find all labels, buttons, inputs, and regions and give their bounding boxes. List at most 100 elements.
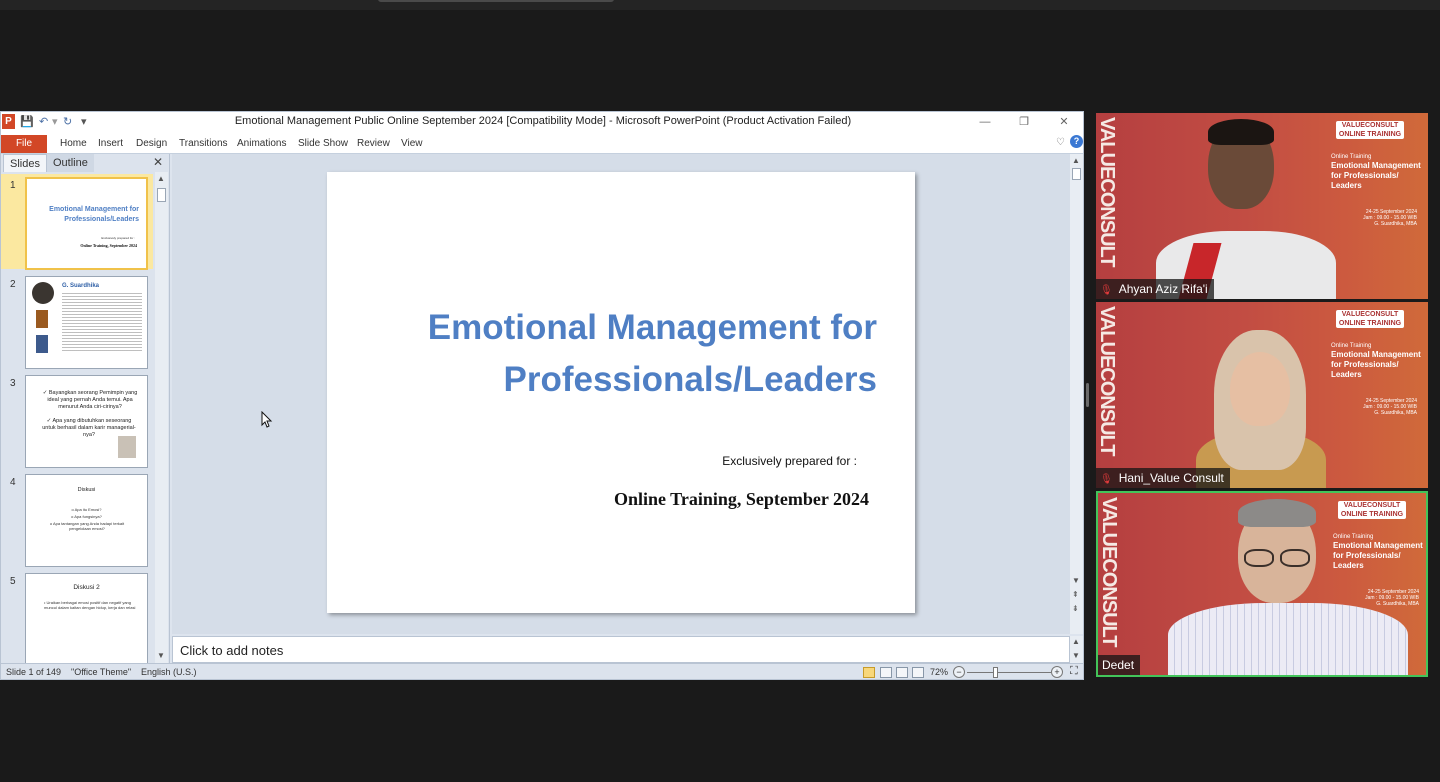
zoom-slider-thumb[interactable] — [993, 667, 998, 678]
slide-thumbnail-row[interactable]: 4 Diskusi o Apa itu Emosi? o Apa fungsin… — [1, 471, 153, 567]
bg-meta: 24-25 September 2024 Jam : 09.00 - 15.00 … — [1331, 209, 1423, 227]
slide-counter: Slide 1 of 149 — [6, 667, 62, 677]
slide-thumbnail[interactable]: ✓ Bayangkan seorang Pemimpin yang ideal … — [25, 375, 148, 468]
scroll-thumb[interactable] — [1072, 168, 1081, 180]
thumb-line: o Apa tantangan yang Anda hadapi terkait… — [49, 521, 125, 531]
brand-bottom-text: ONLINE TRAINING — [1338, 320, 1402, 327]
tab-file[interactable]: File — [1, 135, 47, 153]
slide-sorter-icon[interactable] — [880, 667, 892, 678]
tab-slide-show[interactable]: Slide Show — [298, 138, 348, 149]
thumb-book-image — [36, 310, 48, 328]
theme-name[interactable]: "Office Theme" — [71, 667, 131, 677]
glasses-left — [1244, 549, 1274, 567]
scroll-up-icon[interactable]: ▲ — [1072, 156, 1080, 165]
tab-outline[interactable]: Outline — [47, 154, 94, 172]
minimize-button[interactable]: — — [975, 115, 995, 130]
background-vertical-text: VALUECONSULT — [1098, 117, 1118, 267]
slides-pane-scrollbar[interactable]: ▲ ▼ — [155, 172, 168, 663]
zoom-slider[interactable] — [967, 672, 1051, 673]
slide-thumbnail-row[interactable]: 5 Diskusi 2 • Uraikan berbagai emosi pos… — [1, 570, 153, 666]
thumb-text-block — [62, 293, 142, 353]
slide-title-line: Professionals/Leaders — [503, 360, 878, 399]
tab-home[interactable]: Home — [60, 138, 87, 149]
zoom-in-button[interactable]: + — [1051, 666, 1063, 678]
status-bar: Slide 1 of 149 "Office Theme" English (U… — [1, 663, 1083, 679]
expand-ribbon-icon[interactable]: ♡ — [1056, 137, 1065, 148]
restore-button[interactable]: ❐ — [1014, 115, 1034, 130]
reading-view-icon[interactable] — [896, 667, 908, 678]
next-slide-icon[interactable]: ⇟ — [1072, 604, 1079, 613]
notes-pane[interactable]: Click to add notes — [172, 636, 1070, 663]
language-indicator[interactable]: English (U.S.) — [141, 667, 197, 677]
slide-number: 2 — [10, 279, 16, 290]
fit-to-window-icon[interactable]: ⛶ — [1070, 665, 1078, 678]
scroll-down-icon[interactable]: ▼ — [1072, 576, 1080, 585]
brand-logo: VALUECONSULT ONLINE TRAINING — [1338, 501, 1406, 519]
editor-scrollbar[interactable]: ▲ ▼ ⇞ ⇟ — [1070, 154, 1083, 634]
normal-view-icon[interactable] — [863, 667, 875, 678]
background-vertical-text: VALUECONSULT — [1098, 306, 1118, 456]
notes-placeholder[interactable]: Click to add notes — [180, 643, 283, 658]
brand-top-text: VALUECONSULT — [1341, 122, 1399, 129]
hair — [1238, 499, 1316, 527]
slide-show-icon[interactable] — [912, 667, 924, 678]
slide-thumbnail[interactable]: Emotional Management for Professionals/L… — [25, 177, 148, 270]
slide-title[interactable]: Emotional Management for Professionals/L… — [357, 302, 877, 406]
bg-kicker: Online Training — [1333, 534, 1374, 540]
participant-name-tag: Dedet — [1098, 655, 1141, 675]
slide-thumbnail-row[interactable]: 3 ✓ Bayangkan seorang Pemimpin yang idea… — [1, 372, 153, 468]
thumb-line: o Apa itu Emosi? — [71, 507, 102, 512]
tab-transitions[interactable]: Transitions — [179, 138, 228, 149]
previous-slide-icon[interactable]: ⇞ — [1072, 590, 1079, 599]
panel-resize-handle[interactable] — [1086, 383, 1089, 407]
scroll-up-icon[interactable]: ▲ — [1072, 637, 1080, 646]
tab-design[interactable]: Design — [136, 138, 167, 149]
tab-view[interactable]: View — [401, 138, 423, 149]
tab-review[interactable]: Review — [357, 138, 390, 149]
scroll-down-icon[interactable]: ▼ — [1072, 651, 1080, 660]
thumb-line: • Uraikan berbagai emosi positif dan neg… — [44, 600, 136, 610]
participant-name-tag: 🎙 Hani_Value Consult — [1096, 468, 1230, 488]
slide-subtitle[interactable]: Exclusively prepared for : — [627, 454, 857, 468]
meeting-top-bar — [0, 0, 1440, 10]
scroll-down-icon[interactable]: ▼ — [157, 651, 165, 660]
zoom-out-button[interactable]: − — [953, 666, 965, 678]
zoom-level[interactable]: 72% — [930, 667, 948, 677]
shirt-pattern — [1168, 603, 1408, 675]
tab-animations[interactable]: Animations — [237, 138, 286, 149]
notes-scrollbar[interactable]: ▲ ▼ — [1070, 636, 1083, 663]
close-button[interactable]: ✕ — [1054, 115, 1074, 130]
help-icon[interactable]: ? — [1070, 135, 1083, 148]
scroll-up-icon[interactable]: ▲ — [157, 174, 165, 183]
brand-logo: VALUECONSULT ONLINE TRAINING — [1336, 310, 1404, 328]
background-info: Online Training Emotional Management for… — [1333, 533, 1425, 607]
slide-thumbnail[interactable]: G. Suardhika — [25, 276, 148, 369]
scroll-thumb[interactable] — [157, 188, 166, 202]
brand-bottom-text: ONLINE TRAINING — [1338, 131, 1402, 138]
participant-video-tile[interactable]: VALUECONSULT VALUECONSULT ONLINE TRAINING… — [1096, 302, 1428, 488]
tab-insert[interactable]: Insert — [98, 138, 123, 149]
glasses-right — [1280, 549, 1310, 567]
background-info: Online Training Emotional Management for… — [1331, 342, 1423, 416]
thumb-title: Diskusi 2 — [73, 584, 100, 591]
ribbon-tabs: File Home Insert Design Transitions Anim… — [1, 133, 1083, 154]
close-pane-icon[interactable]: ✕ — [153, 155, 163, 169]
participant-video-tile[interactable]: VALUECONSULT VALUECONSULT ONLINE TRAINING… — [1096, 113, 1428, 299]
thumb-title: Emotional Management for Professionals/L… — [49, 206, 139, 223]
thumb-line: o Apa fungsinya? — [71, 514, 102, 519]
slide-thumbnail[interactable]: Diskusi 2 • Uraikan berbagai emosi posit… — [25, 573, 148, 666]
slide-thumbnail-row[interactable]: 2 G. Suardhika — [1, 273, 153, 369]
slide-number: 4 — [10, 477, 16, 488]
slide-thumbnail-row[interactable]: 1 Emotional Management for Professionals… — [1, 174, 153, 270]
slide-event-text[interactable]: Online Training, September 2024 — [527, 489, 869, 510]
bg-trainer: G. Suardhika, MBA — [1374, 410, 1417, 416]
thumb-photo — [32, 282, 54, 304]
participant-video-tile[interactable]: VALUECONSULT VALUECONSULT ONLINE TRAINING… — [1096, 491, 1428, 677]
current-slide[interactable]: Emotional Management for Professionals/L… — [327, 172, 915, 613]
bg-kicker: Online Training — [1331, 154, 1372, 160]
tab-slides[interactable]: Slides — [3, 154, 47, 172]
thumb-image — [118, 436, 136, 458]
brand-bottom-text: ONLINE TRAINING — [1340, 511, 1404, 518]
thumb-title: G. Suardhika — [62, 283, 100, 289]
slide-thumbnail[interactable]: Diskusi o Apa itu Emosi? o Apa fungsinya… — [25, 474, 148, 567]
